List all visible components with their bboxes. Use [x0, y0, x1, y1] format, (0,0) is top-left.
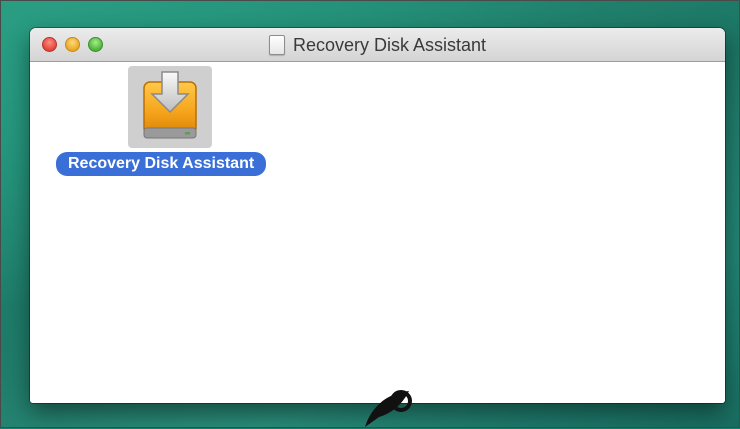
window-content: Recovery Disk Assistant [30, 62, 725, 403]
document-proxy-icon[interactable] [268, 35, 285, 55]
install-drive-icon[interactable] [128, 66, 212, 148]
watermark-logo-icon [365, 390, 412, 427]
title-bar[interactable]: Recovery Disk Assistant [30, 28, 725, 62]
desktop-background: Recovery Disk Assistant Recovery Disk As… [0, 0, 740, 428]
window-title-group: Recovery Disk Assistant [30, 28, 725, 62]
finder-window: Recovery Disk Assistant Recovery Disk As… [30, 28, 725, 403]
file-item-label[interactable]: Recovery Disk Assistant [56, 152, 267, 176]
file-item-recovery-disk-assistant[interactable]: Recovery Disk Assistant [52, 66, 292, 176]
window-title: Recovery Disk Assistant [292, 34, 487, 55]
